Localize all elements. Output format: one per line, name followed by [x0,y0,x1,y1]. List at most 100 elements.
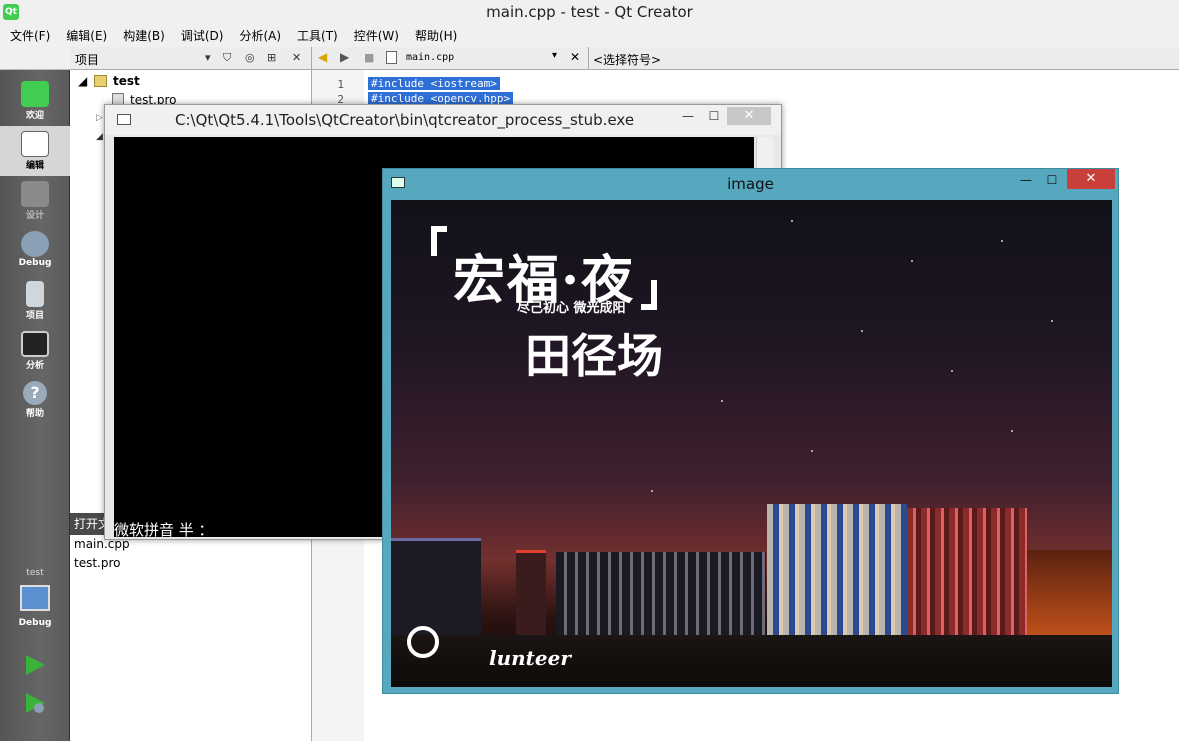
image-window: image — ☐ ✕ 宏福·夜 尽己初心 微光成阳 田径场 lunteer [382,168,1119,694]
design-pen-icon [21,181,49,207]
debug-run-icon[interactable] [24,692,46,714]
building [767,504,907,636]
divider [588,47,589,70]
star [1001,240,1003,242]
menu-widgets[interactable]: 控件(W) [354,25,399,47]
mode-label: 欢迎 [25,111,44,121]
bracket-open [431,226,447,256]
filter-icon[interactable]: ⛉ [223,51,231,65]
document-edit-icon [21,131,49,157]
chevron-down-icon[interactable]: ▾ [205,51,211,64]
menu-bar: 文件(F) 编辑(E) 构建(B) 调试(D) 分析(A) 工具(T) 控件(W… [0,25,1179,47]
window-titlebar: Qt main.cpp - test - Qt Creator [0,0,1179,25]
collapse-arrow-icon[interactable]: ◢ [78,74,87,88]
building [1027,550,1112,636]
poster-place: 田径场 [525,329,663,383]
line-number: 1 [337,78,344,91]
star [861,330,863,332]
mode-label: Debug [18,258,52,268]
mode-label: 编辑 [25,161,44,171]
close-icon[interactable]: ✕ [1067,169,1115,189]
kit-project-name: test [26,568,44,578]
projects-panel-title[interactable]: 项目 [75,51,99,68]
link-icon[interactable]: ◎ [245,51,255,64]
star [791,220,793,222]
lock-icon: ■ [364,51,375,64]
mode-label: 项目 [25,311,44,321]
code-line[interactable]: #include <iostream> [368,77,500,90]
console-window-icon [117,114,131,125]
menu-debug[interactable]: 调试(D) [181,25,224,47]
close-icon[interactable]: ✕ [727,107,771,125]
modebar-top-strip [0,47,70,70]
qt-logo-icon [21,81,49,107]
menu-tools[interactable]: 工具(T) [297,25,338,47]
open-doc-item[interactable]: test.pro [74,556,121,570]
run-icon[interactable] [24,654,46,676]
building [907,508,1027,636]
menu-file[interactable]: 文件(F) [10,25,50,47]
building [516,550,546,640]
mode-label: 分析 [25,361,44,371]
chevron-down-icon[interactable]: ▾ [552,50,557,61]
split-icon[interactable]: ⊞ [267,51,276,64]
mode-projects[interactable]: 项目 [0,276,70,326]
menu-edit[interactable]: 编辑(E) [66,25,107,47]
monitor-icon[interactable] [20,585,50,611]
editor-toolbar: ◀ ▶ ■ main.cpp ▾ ✕ <选择符号> [312,47,1179,70]
minimize-icon[interactable]: — [675,107,701,125]
mode-help[interactable]: ? 帮助 [0,376,70,426]
menu-build[interactable]: 构建(B) [123,25,165,47]
help-icon: ? [23,381,47,405]
mode-selector: 欢迎 编辑 设计 Debug 项目 分析 ? 帮助 test Debug [0,70,70,741]
menu-help[interactable]: 帮助(H) [415,25,457,47]
star [911,260,913,262]
bracket-close [641,280,657,310]
tree-item-project[interactable]: test [113,74,140,88]
star [721,400,723,402]
image-window-title: image [727,175,774,193]
mode-label: 设计 [25,211,44,221]
close-icon[interactable]: ✕ [292,51,301,64]
mode-welcome[interactable]: 欢迎 [0,76,70,126]
back-arrow-icon[interactable]: ◀ [318,50,327,64]
poster-subtitle: 尽己初心 微光成阳 [517,301,626,316]
star [1011,430,1013,432]
close-file-icon[interactable]: ✕ [570,50,580,64]
minimize-icon[interactable]: — [1013,171,1039,189]
qt-app-icon: Qt [3,4,19,20]
mode-design[interactable]: 设计 [0,176,70,226]
console-window-title: C:\Qt\Qt5.4.1\Tools\QtCreator\bin\qtcrea… [175,111,635,129]
star [651,490,653,492]
kit-build-config: Debug [18,618,52,628]
window-title: main.cpp - test - Qt Creator [486,3,693,21]
forward-arrow-icon[interactable]: ▶ [340,50,349,64]
poster-logo-text: lunteer [489,646,571,670]
symbol-selector[interactable]: <选择符号> [593,51,661,68]
star [951,370,953,372]
analyze-chart-icon [21,331,49,357]
building [391,538,481,638]
sun-logo-icon [407,626,439,658]
maximize-icon[interactable]: ☐ [701,107,727,125]
poster-image: 宏福·夜 尽己初心 微光成阳 田径场 lunteer [391,200,1112,687]
mode-label: 帮助 [25,409,44,419]
open-documents-list: main.cpp test.pro [70,535,312,741]
project-folder-icon [26,281,44,307]
debug-bug-icon [21,231,49,257]
mode-debug[interactable]: Debug [0,226,70,276]
mode-analyze[interactable]: 分析 [0,326,70,376]
mode-edit[interactable]: 编辑 [0,126,70,176]
current-file-name[interactable]: main.cpp [406,52,454,63]
collapse-arrow-icon[interactable]: ◢ [96,132,103,142]
building [556,552,766,636]
maximize-icon[interactable]: ☐ [1039,171,1065,189]
ime-status: 微软拼音 半 ： [114,521,214,539]
console-titlebar[interactable]: C:\Qt\Qt5.4.1\Tools\QtCreator\bin\qtcrea… [105,105,781,135]
menu-analyze[interactable]: 分析(A) [239,25,281,47]
star [811,450,813,452]
star [1051,320,1053,322]
expand-arrow-icon[interactable]: ▷ [96,113,103,123]
projects-panel-header: 项目 ▾ ⛉ ◎ ⊞ ✕ [70,47,312,70]
file-icon [386,51,397,64]
